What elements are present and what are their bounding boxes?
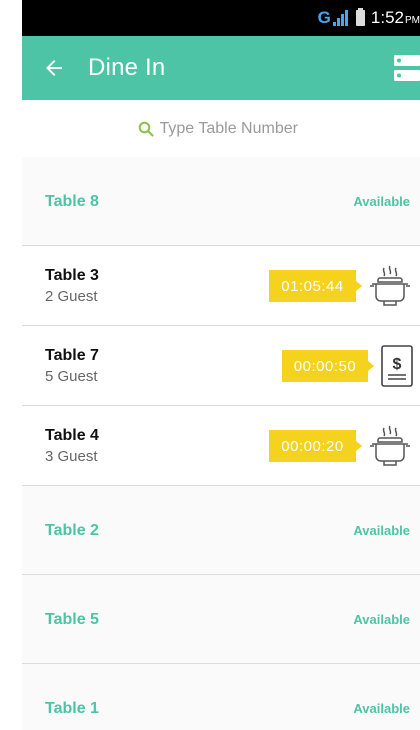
- table-name: Table 7: [45, 347, 99, 364]
- status-badge: Available: [353, 523, 410, 538]
- search-icon: [138, 121, 154, 137]
- table-name: Table 3: [45, 267, 99, 284]
- table-search-input[interactable]: [159, 119, 305, 138]
- elapsed-timer: 01:05:44: [269, 270, 362, 302]
- table-row[interactable]: Table 2 Available: [22, 486, 420, 575]
- table-row[interactable]: Table 5 Available: [22, 575, 420, 664]
- elapsed-timer: 00:00:50: [282, 350, 374, 382]
- guest-count: 3 Guest: [45, 448, 98, 465]
- elapsed-timer: 00:00:20: [269, 430, 362, 462]
- guest-count: 2 Guest: [45, 288, 98, 305]
- table-row[interactable]: Table 1 Available: [22, 664, 420, 730]
- signal-icon: [332, 10, 348, 26]
- cooking-pot-icon: [370, 265, 410, 306]
- status-badge: Available: [353, 701, 410, 716]
- status-ampm: PM: [405, 15, 420, 26]
- table-row[interactable]: Table 8 Available: [22, 157, 420, 246]
- back-arrow-icon[interactable]: [42, 56, 66, 80]
- svg-text:$: $: [393, 356, 402, 373]
- table-name: Table 2: [45, 522, 99, 539]
- search-bar: [22, 100, 420, 157]
- bill-receipt-icon: $: [381, 345, 413, 387]
- table-name: Table 4: [45, 427, 99, 444]
- table-list: Table 8 Available Table 3 2 Guest 01:05:…: [22, 157, 420, 730]
- table-row[interactable]: Table 4 3 Guest 00:00:20: [22, 406, 420, 486]
- page-title: Dine In: [88, 54, 166, 81]
- status-badge: Available: [353, 194, 410, 209]
- table-name: Table 1: [45, 700, 99, 717]
- table-row[interactable]: Table 7 5 Guest 00:00:50 $: [22, 326, 420, 406]
- battery-icon: [355, 8, 365, 26]
- status-time: 1:52: [370, 8, 404, 27]
- app-bar: Dine In: [22, 36, 420, 100]
- server-list-icon[interactable]: [394, 54, 420, 82]
- table-row[interactable]: Table 3 2 Guest 01:05:44: [22, 246, 420, 326]
- table-name: Table 5: [45, 611, 99, 628]
- status-badge: Available: [353, 612, 410, 627]
- guest-count: 5 Guest: [45, 368, 98, 385]
- status-bar: G 1:52 PM: [22, 0, 420, 36]
- network-type: G: [317, 8, 331, 27]
- cooking-pot-icon: [370, 425, 410, 466]
- table-name: Table 8: [45, 193, 99, 210]
